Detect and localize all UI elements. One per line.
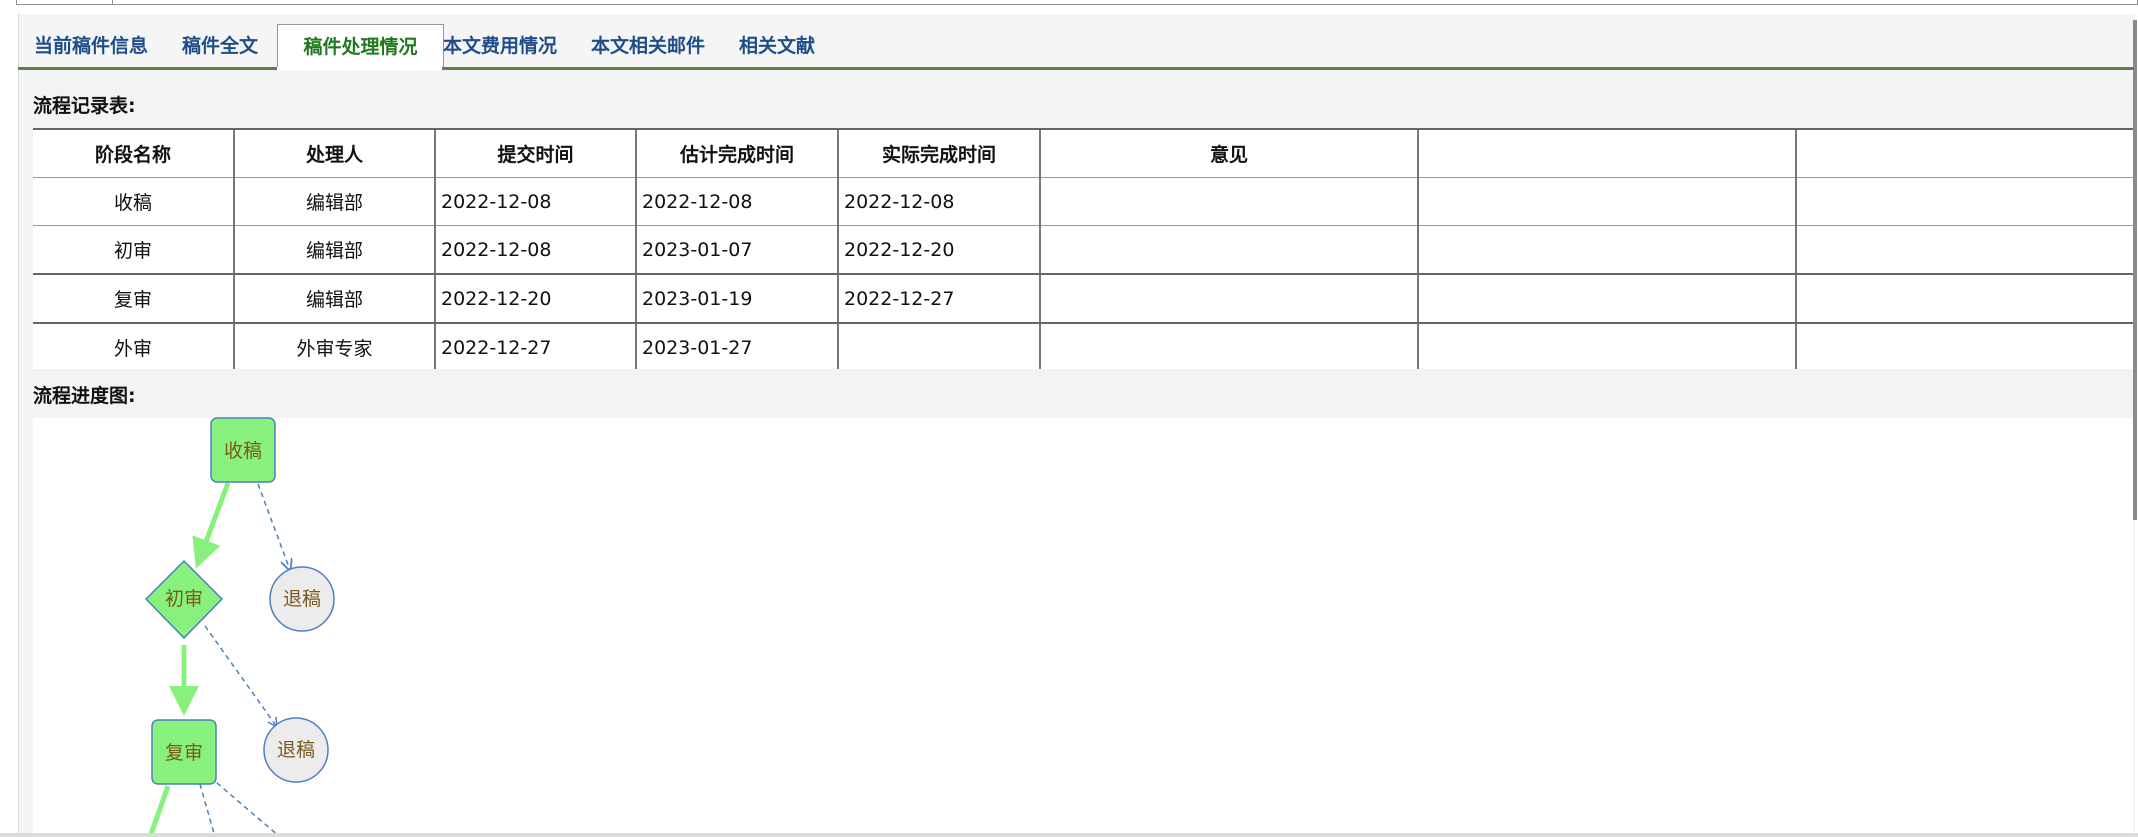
column-header: 实际完成时间 (837, 128, 1040, 178)
tab-underline (18, 67, 2134, 70)
estimated-time-cell: 2023-01-27 (635, 323, 838, 372)
stage-name-cell: 收稿 (33, 177, 234, 226)
column-header: 意见 (1039, 128, 1418, 178)
column-header (1417, 128, 1796, 178)
tab-fees[interactable]: 本文费用情况 (443, 24, 557, 68)
column-header: 估计完成时间 (635, 128, 838, 178)
estimated-time-cell: 2023-01-19 (635, 274, 838, 324)
table-row: 外审 外审专家 2022-12-27 2023-01-27 (33, 323, 2133, 372)
tab-processing-status[interactable]: 稿件处理情况 (277, 24, 444, 69)
extra-cell (1795, 323, 2133, 372)
column-header: 阶段名称 (33, 128, 234, 178)
opinion-cell (1039, 323, 1418, 372)
tab-full-text[interactable]: 稿件全文 (182, 24, 258, 68)
actual-time-cell: 2022-12-27 (837, 274, 1040, 324)
table-header-row: 阶段名称 处理人 提交时间 估计完成时间 实际完成时间 意见 (33, 128, 2133, 178)
progress-diagram-area (33, 418, 2133, 837)
handler-cell: 编辑部 (233, 274, 435, 324)
submit-time-cell: 2022-12-08 (434, 177, 636, 226)
stage-name-cell: 外审 (33, 323, 234, 372)
progress-section-title: 流程进度图: (33, 385, 136, 407)
progress-section-header (33, 369, 2133, 418)
table-row: 初审 编辑部 2022-12-08 2023-01-07 2022-12-20 (33, 225, 2133, 275)
actual-time-cell: 2022-12-08 (837, 177, 1040, 226)
estimated-time-cell: 2023-01-07 (635, 225, 838, 275)
column-header (1795, 128, 2133, 178)
estimated-time-cell: 2022-12-08 (635, 177, 838, 226)
toolbar-box (16, 0, 2138, 5)
tab-current-manuscript-info[interactable]: 当前稿件信息 (34, 24, 148, 68)
handler-cell: 外审专家 (233, 323, 435, 372)
handler-cell: 编辑部 (233, 177, 435, 226)
table-row: 收稿 编辑部 2022-12-08 2022-12-08 2022-12-08 (33, 177, 2133, 226)
stage-name-cell: 复审 (33, 274, 234, 324)
submit-time-cell: 2022-12-20 (434, 274, 636, 324)
vertical-scrollbar-edge[interactable] (2133, 20, 2137, 520)
column-header: 处理人 (233, 128, 435, 178)
extra-cell (1795, 177, 2133, 226)
opinion-cell (1039, 225, 1418, 275)
actual-time-cell: 2022-12-20 (837, 225, 1040, 275)
opinion-cell (1039, 177, 1418, 226)
process-record-table: 阶段名称 处理人 提交时间 估计完成时间 实际完成时间 意见 收稿 编辑部 20… (33, 128, 2133, 372)
extra-cell (1417, 177, 1796, 226)
record-section-title: 流程记录表: (33, 95, 136, 117)
stage-name-cell: 初审 (33, 225, 234, 275)
extra-cell (1795, 225, 2133, 275)
extra-cell (1795, 274, 2133, 324)
table-row: 复审 编辑部 2022-12-20 2023-01-19 2022-12-27 (33, 274, 2133, 324)
submit-time-cell: 2022-12-27 (434, 323, 636, 372)
column-header: 提交时间 (434, 128, 636, 178)
extra-cell (1417, 323, 1796, 372)
toolbar-divider (112, 0, 113, 4)
handler-cell: 编辑部 (233, 225, 435, 275)
tab-related-emails[interactable]: 本文相关邮件 (591, 24, 705, 68)
actual-time-cell (837, 323, 1040, 372)
opinion-cell (1039, 274, 1418, 324)
record-section-header (33, 80, 2133, 128)
bottom-edge (0, 833, 2138, 837)
extra-cell (1417, 225, 1796, 275)
top-toolbar-edge (0, 0, 2138, 6)
tab-related-literature[interactable]: 相关文献 (739, 24, 815, 68)
tab-bar: 当前稿件信息 稿件全文 稿件处理情况 本文费用情况 本文相关邮件 相关文献 (18, 24, 2134, 69)
extra-cell (1417, 274, 1796, 324)
submit-time-cell: 2022-12-08 (434, 225, 636, 275)
